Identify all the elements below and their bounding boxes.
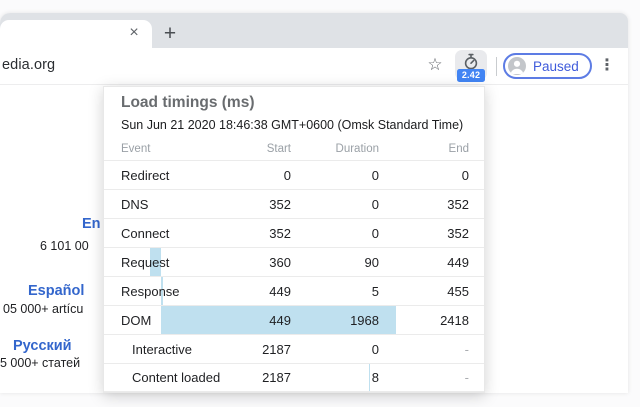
event-cell: Redirect [121,168,231,183]
text-russian-count: 5 000+ статей [0,356,80,370]
header-event: Event [121,143,231,155]
duration-cell: 0 [291,197,379,212]
table-row: Interactive21870- [104,334,484,363]
event-cell: DNS [121,197,231,212]
duration-cell: 8 [291,370,379,385]
table-row: DOM44919682418 [104,305,484,334]
end-cell: - [379,342,469,357]
event-cell: Connect [121,226,231,241]
end-cell: 0 [379,168,469,183]
end-cell: 449 [379,255,469,270]
timings-table: Redirect000DNS3520352Connect3520352Reque… [104,160,484,392]
end-cell: - [379,370,469,385]
link-espanol[interactable]: Español [28,283,84,299]
end-cell: 2418 [379,313,469,328]
duration-cell: 5 [291,284,379,299]
screenshot-root: × + edia.org ☆ 2.4 [0,0,640,407]
load-timings-popup: Load timings (ms) Sun Jun 21 2020 18:46:… [103,86,485,393]
tab-close-icon[interactable]: × [124,23,144,43]
tab-strip: × + [0,13,628,48]
start-cell: 449 [231,313,291,328]
profile-avatar-icon [508,57,526,75]
text-espanol-count: 05 000+ artícu [3,302,83,316]
event-cell: DOM [121,313,231,328]
end-cell: 352 [379,197,469,212]
text-english-count: 6 101 00 [40,239,89,253]
duration-cell: 0 [291,168,379,183]
table-row: Connect3520352 [104,218,484,247]
start-cell: 2187 [231,342,291,357]
profile-paused-button[interactable]: Paused [503,53,592,79]
end-cell: 352 [379,226,469,241]
start-cell: 360 [231,255,291,270]
toolbar-divider [496,57,497,76]
bookmark-star-icon[interactable]: ☆ [424,53,446,77]
browser-menu-icon[interactable]: ⋮ [598,54,616,78]
event-cell: Interactive [121,342,231,357]
event-cell: Content loaded [121,370,231,385]
duration-cell: 1968 [291,313,379,328]
event-cell: Request [121,255,231,270]
header-end: End [379,143,469,155]
link-english[interactable]: En [82,216,101,232]
header-duration: Duration [291,143,379,155]
popup-timestamp: Sun Jun 21 2020 18:46:38 GMT+0600 (Omsk … [121,118,463,132]
start-cell: 352 [231,226,291,241]
browser-toolbar: edia.org ☆ 2.42 [0,48,628,85]
table-row: Content loaded21878- [104,363,484,392]
new-tab-button[interactable]: + [157,21,183,47]
header-start: Start [231,143,291,155]
start-cell: 449 [231,284,291,299]
active-tab[interactable]: × [0,20,152,48]
popup-title: Load timings (ms) [121,94,254,112]
duration-cell: 0 [291,342,379,357]
end-cell: 455 [379,284,469,299]
start-cell: 0 [231,168,291,183]
address-bar[interactable]: edia.org [2,57,55,73]
start-cell: 2187 [231,370,291,385]
table-row: DNS3520352 [104,189,484,218]
table-row: Response4495455 [104,276,484,305]
start-cell: 352 [231,197,291,212]
event-cell: Response [121,284,231,299]
duration-cell: 90 [291,255,379,270]
table-row: Request36090449 [104,247,484,276]
extension-badge: 2.42 [457,69,485,82]
table-header: Event Start Duration End [104,138,484,160]
table-row: Redirect000 [104,160,484,189]
paused-label: Paused [533,59,579,74]
duration-cell: 0 [291,226,379,241]
link-russian[interactable]: Русский [13,338,72,354]
